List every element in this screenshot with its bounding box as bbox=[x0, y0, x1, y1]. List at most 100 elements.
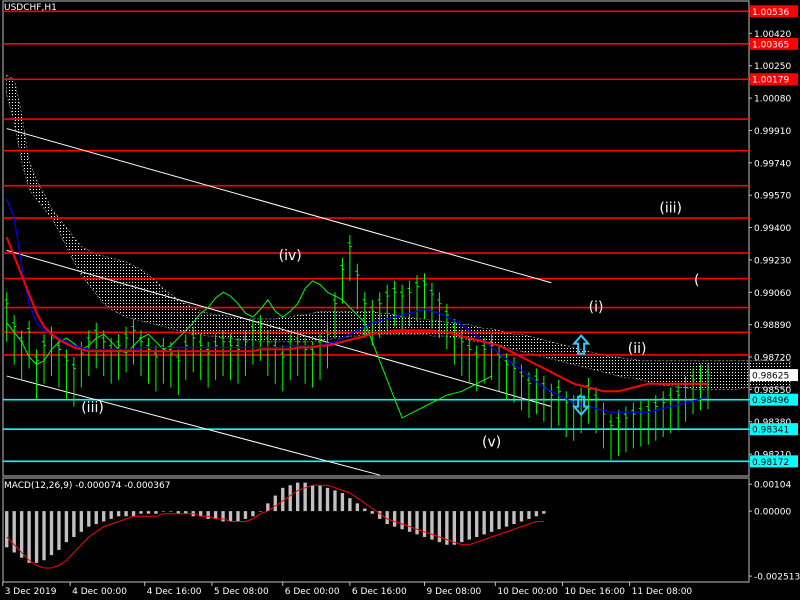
macd-histogram-bar bbox=[146, 511, 151, 514]
macd-histogram-bar bbox=[355, 503, 360, 512]
time-tick-label: 4 Dec 16:00 bbox=[147, 587, 202, 597]
time-tick-label: 6 Dec 16:00 bbox=[352, 587, 407, 597]
macd-histogram-bar bbox=[527, 511, 531, 519]
macd-histogram-bar bbox=[519, 511, 524, 522]
macd-plot-frame bbox=[2, 477, 750, 583]
macd-histogram-bar bbox=[228, 511, 233, 522]
macd-histogram-bar bbox=[236, 511, 240, 522]
price-label: 0.98172 bbox=[752, 458, 789, 468]
macd-histogram-bar bbox=[79, 511, 84, 532]
macd-histogram-bar bbox=[295, 482, 300, 512]
price-tick-label: 0.99060 bbox=[754, 289, 791, 299]
macd-histogram-bar bbox=[72, 511, 76, 537]
macd-histogram-bar bbox=[139, 511, 143, 514]
macd-histogram-bar bbox=[497, 511, 501, 530]
chart-window: (iii) (iv) (v) (i) (ii) (iii)(1.00536 1.00420 1… bbox=[0, 0, 800, 600]
wave-label: (iii) bbox=[659, 200, 682, 216]
time-tick-label: 3 Dec 2019 bbox=[5, 587, 57, 597]
macd-histogram-bar bbox=[49, 511, 54, 556]
time-tick-label: 6 Dec 00:00 bbox=[285, 587, 340, 597]
macd-histogram-bar bbox=[243, 511, 248, 519]
price-tick-label: 0.98890 bbox=[754, 321, 791, 331]
macd-histogram-bar bbox=[42, 511, 46, 561]
macd-tick-label: -0.002513 bbox=[754, 573, 800, 583]
macd-histogram-bar bbox=[534, 511, 539, 517]
wave-label: (i) bbox=[589, 299, 604, 315]
macd-histogram-bar bbox=[131, 511, 136, 517]
macd-histogram-bar bbox=[161, 511, 166, 512]
macd-histogram-bar bbox=[504, 511, 509, 527]
macd-histogram-bar bbox=[325, 487, 330, 512]
time-tick-label: 10 Dec 00:00 bbox=[497, 587, 558, 597]
wave-label: (iv) bbox=[279, 248, 302, 264]
macd-histogram-bar bbox=[221, 511, 225, 522]
macd-histogram-bar bbox=[57, 511, 61, 550]
macd-histogram-bar bbox=[370, 511, 374, 514]
wave-label: ( bbox=[694, 273, 699, 289]
macd-histogram-bar bbox=[475, 511, 479, 537]
macd-histogram-bar bbox=[392, 511, 397, 527]
time-tick-label: 4 Dec 00:00 bbox=[72, 587, 127, 597]
macd-histogram-bar bbox=[124, 511, 128, 517]
time-tick-label: 10 Dec 16:00 bbox=[565, 587, 626, 597]
macd-histogram-bar bbox=[251, 511, 255, 517]
macd-histogram-bar bbox=[415, 511, 419, 535]
macd-histogram-bar bbox=[87, 511, 91, 527]
channel-line bbox=[6, 375, 380, 476]
price-label: 1.00536 bbox=[752, 8, 789, 18]
wave-label: (ii) bbox=[628, 341, 647, 357]
macd-histogram-bar bbox=[340, 493, 345, 512]
macd-histogram-bar bbox=[64, 511, 69, 543]
macd-histogram-bar bbox=[258, 511, 263, 512]
macd-histogram-bar bbox=[27, 511, 31, 563]
price-label: 1.00365 bbox=[752, 40, 789, 50]
wave-label: (iii) bbox=[81, 400, 104, 416]
price-tick-label: 1.00250 bbox=[754, 62, 791, 72]
time-tick-label: 5 Dec 08:00 bbox=[214, 587, 269, 597]
macd-histogram-bar bbox=[348, 498, 352, 512]
price-tick-label: 0.99740 bbox=[754, 159, 791, 169]
wave-label: (v) bbox=[482, 434, 501, 450]
macd-histogram-bar bbox=[34, 511, 39, 563]
chart-title: USDCHF,H1 bbox=[4, 3, 57, 13]
macd-histogram-bar bbox=[154, 511, 158, 514]
macd-histogram-bar bbox=[467, 511, 471, 540]
macd-histogram-bar bbox=[407, 511, 412, 532]
price-label: 0.98341 bbox=[752, 426, 789, 436]
macd-histogram-bar bbox=[206, 511, 210, 519]
macd-histogram-bar bbox=[5, 511, 9, 548]
macd-histogram-bar bbox=[460, 511, 464, 543]
chart-canvas[interactable]: (iii)(iv)(v)(i)(ii)(iii)(1.005361.004201… bbox=[0, 0, 800, 600]
price-label: 0.98496 bbox=[752, 396, 789, 406]
macd-histogram-bar bbox=[273, 495, 277, 512]
price-tick-label: 0.98720 bbox=[754, 354, 791, 364]
macd-histogram-bar bbox=[400, 511, 404, 530]
macd-tick-label: 0.00000 bbox=[754, 508, 791, 518]
macd-histogram-bar bbox=[482, 511, 486, 535]
macd-histogram-bar bbox=[333, 490, 337, 512]
price-label: 1.00179 bbox=[752, 76, 789, 86]
macd-histogram-bar bbox=[452, 511, 457, 545]
price-tick-label: 1.00080 bbox=[754, 95, 791, 105]
macd-title: MACD(12,26,9) -0.000074 -0.000367 bbox=[4, 481, 171, 491]
price-tick-label: 0.99910 bbox=[754, 127, 791, 137]
macd-histogram-bar bbox=[310, 485, 315, 512]
price-tick-label: 0.99570 bbox=[754, 192, 791, 202]
macd-histogram-bar bbox=[109, 511, 113, 519]
macd-histogram-bar bbox=[116, 511, 121, 517]
macd-histogram-bar bbox=[489, 511, 494, 532]
macd-histogram-bar bbox=[422, 511, 427, 537]
current-price-label: 0.98625 bbox=[752, 372, 789, 382]
price-tick-label: 0.99400 bbox=[754, 224, 791, 234]
macd-histogram-bar bbox=[512, 511, 516, 525]
macd-histogram-bar bbox=[363, 508, 367, 512]
macd-histogram-bar bbox=[318, 485, 322, 512]
time-tick-label: 11 Dec 08:00 bbox=[632, 587, 693, 597]
macd-histogram-bar bbox=[288, 485, 292, 512]
macd-histogram-bar bbox=[169, 511, 173, 512]
macd-tick-label: 0.00104 bbox=[754, 481, 791, 491]
macd-histogram-bar bbox=[213, 511, 218, 519]
macd-histogram-bar bbox=[102, 511, 106, 522]
ichimoku-cloud bbox=[6, 74, 791, 390]
macd-histogram-bar bbox=[542, 511, 546, 514]
